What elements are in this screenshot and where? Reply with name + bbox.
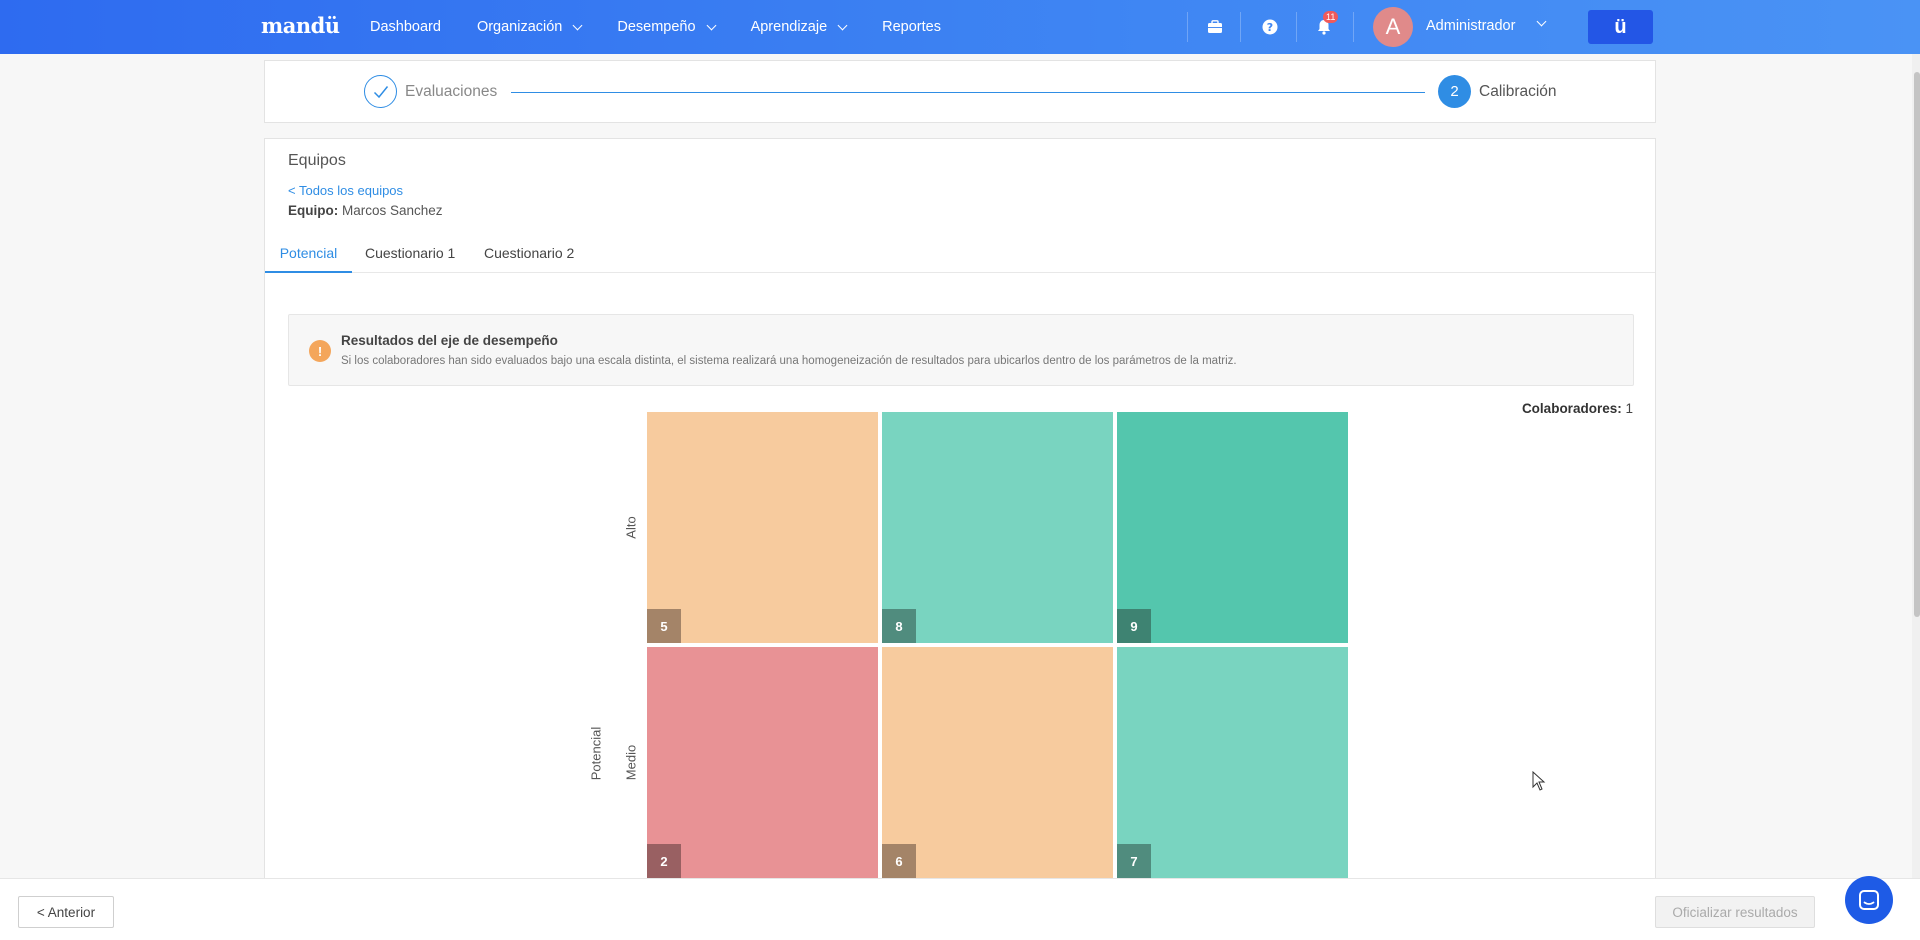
mouse-cursor-icon — [1532, 771, 1546, 791]
chevron-down-icon — [706, 20, 717, 30]
previous-button[interactable]: < Anterior — [18, 896, 114, 928]
nav-reportes[interactable]: Reportes — [882, 19, 941, 35]
team-info: Equipo: Marcos Sanchez — [288, 203, 443, 218]
briefcase-icon[interactable] — [1204, 16, 1226, 38]
row-label-alto: Alto — [623, 516, 639, 539]
tab-potencial[interactable]: Potencial — [265, 235, 352, 273]
chevron-down-icon — [837, 20, 848, 30]
card-title: Equipos — [288, 152, 346, 169]
main-nav: Dashboard Organización Desempeño Aprendi… — [370, 0, 941, 54]
matrix-cell-number: 5 — [647, 609, 681, 643]
notification-badge: 11 — [1323, 11, 1339, 23]
mandu-logo[interactable]: mandü — [261, 13, 340, 38]
nav-desempeno-label: Desempeño — [617, 19, 696, 35]
avatar[interactable]: A — [1373, 7, 1413, 47]
help-icon[interactable]: ? — [1259, 16, 1281, 38]
collaborators-value: 1 — [1625, 401, 1633, 416]
all-teams-link[interactable]: < Todos los equipos — [288, 183, 403, 198]
matrix-cell-number: 8 — [882, 609, 916, 643]
alert-text: Si los colaboradores han sido evaluados … — [341, 355, 1237, 367]
matrix-cell-number: 7 — [1117, 844, 1151, 878]
nav-aprendizaje[interactable]: Aprendizaje — [750, 19, 848, 35]
nav-dashboard[interactable]: Dashboard — [370, 19, 441, 35]
tab-cuestionario-1[interactable]: Cuestionario 1 — [365, 235, 455, 273]
chat-launcher-button[interactable] — [1845, 876, 1893, 924]
officialize-results-button[interactable]: Oficializar resultados — [1655, 896, 1815, 928]
nav-desempeno[interactable]: Desempeño — [617, 19, 717, 35]
row-label-medio: Medio — [623, 744, 639, 781]
matrix-cell-7[interactable]: 7 — [1117, 647, 1348, 878]
nav-reportes-label: Reportes — [882, 19, 941, 35]
collaborators-count: Colaboradores: 1 — [1522, 401, 1633, 416]
info-alert: ! Resultados del eje de desempeño Si los… — [288, 314, 1634, 386]
collaborators-label: Colaboradores: — [1521, 401, 1622, 416]
step-active-circle: 2 — [1438, 75, 1471, 108]
nav-organizacion[interactable]: Organización — [476, 19, 583, 35]
nav-divider — [1187, 12, 1188, 42]
matrix-cell-6[interactable]: 6 — [882, 647, 1113, 878]
svg-text:?: ? — [1267, 21, 1273, 34]
scrollbar-thumb[interactable] — [1914, 72, 1920, 617]
step-calibracion: Calibración — [1479, 83, 1557, 100]
progress-stepper: Evaluaciones 2 Calibración — [264, 60, 1656, 123]
matrix-cell-number: 9 — [1117, 609, 1151, 643]
y-axis-title: Potencial — [588, 726, 604, 781]
nav-divider — [1353, 12, 1354, 42]
chevron-down-icon[interactable] — [1536, 16, 1547, 27]
tab-bar: Potencial Cuestionario 1 Cuestionario 2 — [265, 235, 1655, 273]
nav-aprendizaje-label: Aprendizaje — [750, 19, 828, 35]
matrix-cell-number: 6 — [882, 844, 916, 878]
tab-cuestionario-2[interactable]: Cuestionario 2 — [484, 235, 574, 273]
brand-button[interactable]: ü — [1588, 10, 1653, 44]
matrix-cell-5[interactable]: 5 — [647, 412, 878, 643]
chat-icon — [1859, 890, 1879, 910]
team-value: Marcos Sanchez — [342, 203, 443, 218]
nav-divider — [1296, 12, 1297, 42]
top-navbar: mandü Dashboard Organización Desempeño A… — [0, 0, 1920, 54]
matrix-cell-8[interactable]: 8 — [882, 412, 1113, 643]
teams-card: Equipos < Todos los equipos Equipo: Marc… — [264, 138, 1656, 878]
warning-icon: ! — [309, 340, 331, 362]
team-label: Equipo: — [288, 203, 339, 218]
step-evaluaciones: Evaluaciones — [405, 83, 498, 100]
checkmark-icon — [373, 85, 388, 98]
nav-dashboard-label: Dashboard — [370, 19, 441, 35]
step-completed-circle — [364, 75, 397, 108]
alert-title: Resultados del eje de desempeño — [341, 333, 558, 348]
matrix-cell-number: 2 — [647, 844, 681, 878]
chevron-down-icon — [572, 20, 583, 30]
step-connector — [511, 92, 1425, 93]
matrix-cell-2[interactable]: 2 — [647, 647, 878, 878]
nav-divider — [1240, 12, 1241, 42]
nav-organizacion-label: Organización — [476, 19, 563, 35]
user-name[interactable]: Administrador — [1426, 18, 1515, 34]
footer-bar: < Anterior Oficializar resultados — [0, 878, 1920, 940]
matrix-cell-9[interactable]: 9 — [1117, 412, 1348, 643]
